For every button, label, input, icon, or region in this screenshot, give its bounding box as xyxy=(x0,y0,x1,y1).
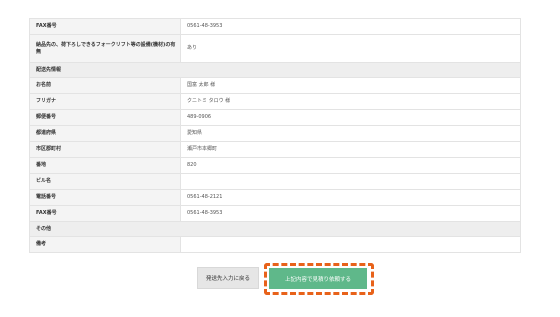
table-row: 郵便番号 489-0906 xyxy=(29,109,521,126)
row-label: 電話番号 xyxy=(29,189,181,206)
table-row: 番地 820 xyxy=(29,157,521,174)
table-row: 都道府県 愛知県 xyxy=(29,125,521,142)
submit-quote-button[interactable]: 上記内容で見積り依頼する xyxy=(269,268,367,289)
row-label: フリガナ xyxy=(29,93,181,110)
row-value: 0561-48-2121 xyxy=(180,189,521,206)
row-label: 番地 xyxy=(29,157,181,174)
back-to-shipping-button[interactable]: 発送先入力に戻る xyxy=(197,267,259,289)
section-header-delivery: 配送先情報 xyxy=(29,62,521,78)
table-row: 市区郡町村 瀬戸市本郷町 xyxy=(29,141,521,158)
row-value: 0561-48-3953 xyxy=(180,205,521,222)
row-label: お名前 xyxy=(29,77,181,94)
row-value: 愛知県 xyxy=(180,125,521,142)
row-label: 備考 xyxy=(29,236,181,253)
table-row: FAX番号 0561-48-3953 xyxy=(29,18,521,35)
table-row: 電話番号 0561-48-2121 xyxy=(29,189,521,206)
row-label: 都道府県 xyxy=(29,125,181,142)
table-row: FAX番号 0561-48-3953 xyxy=(29,205,521,222)
section-title: 配送先情報 xyxy=(29,62,521,78)
row-label: 郵便番号 xyxy=(29,109,181,126)
table-row: お名前 国富 太郎 様 xyxy=(29,77,521,94)
table-row: 納品先の、荷下ろしできるフォークリフト等の設備(機材)の有無 あり xyxy=(29,34,521,63)
table-row: フリガナ クニトミ タロウ 様 xyxy=(29,93,521,110)
row-value xyxy=(180,236,521,253)
row-label: ビル名 xyxy=(29,173,181,190)
row-value: クニトミ タロウ 様 xyxy=(180,93,521,110)
row-label: 市区郡町村 xyxy=(29,141,181,158)
table-row: ビル名 xyxy=(29,173,521,190)
confirmation-table: FAX番号 0561-48-3953 納品先の、荷下ろしできるフォークリフト等の… xyxy=(29,18,521,253)
row-value: 820 xyxy=(180,157,521,174)
row-label: FAX番号 xyxy=(29,205,181,222)
row-value: 国富 太郎 様 xyxy=(180,77,521,94)
row-label: FAX番号 xyxy=(29,18,181,35)
row-value: 489-0906 xyxy=(180,109,521,126)
section-header-other: その他 xyxy=(29,221,521,237)
row-value: 瀬戸市本郷町 xyxy=(180,141,521,158)
row-value xyxy=(180,173,521,190)
section-title: その他 xyxy=(29,221,521,237)
row-label: 納品先の、荷下ろしできるフォークリフト等の設備(機材)の有無 xyxy=(29,34,181,63)
row-value: あり xyxy=(180,34,521,63)
row-value: 0561-48-3953 xyxy=(180,18,521,35)
table-row: 備考 xyxy=(29,236,521,253)
